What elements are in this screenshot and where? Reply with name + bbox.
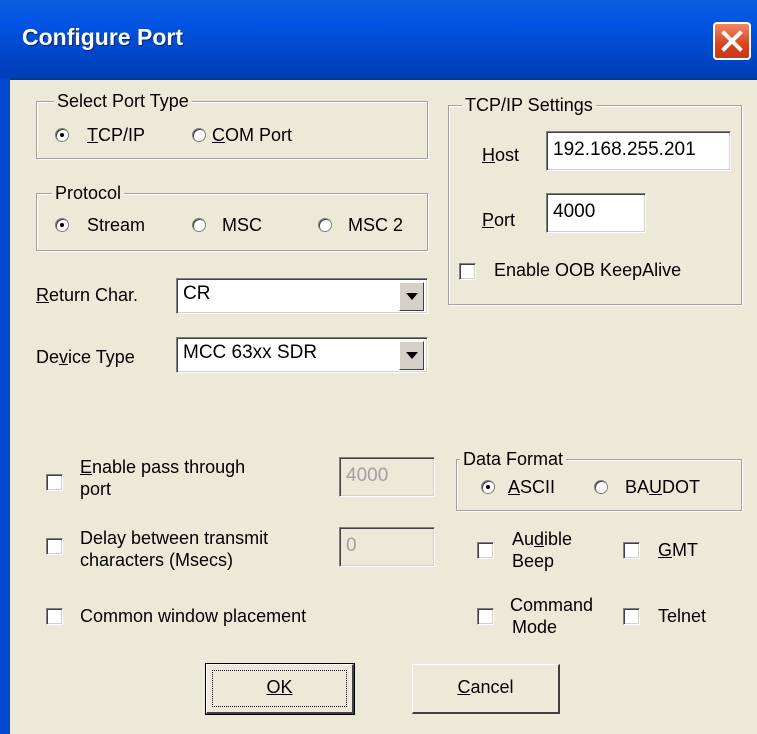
pass-through-port-input: 4000 bbox=[339, 457, 435, 497]
return-char-label: Return Char. bbox=[36, 285, 139, 305]
focus-rectangle bbox=[212, 670, 347, 707]
radio-selected-dot bbox=[486, 485, 490, 489]
chevron-down-icon bbox=[406, 293, 418, 300]
return-char-select[interactable]: CR bbox=[176, 278, 428, 314]
oob-keepalive-label[interactable]: Enable OOB KeepAlive bbox=[494, 258, 681, 282]
pass-through-checkbox[interactable] bbox=[46, 474, 63, 491]
delay-label-line1: Delay between transmit bbox=[80, 528, 269, 548]
radio-msc2[interactable] bbox=[318, 218, 332, 232]
audible-beep-label-line2: Beep bbox=[512, 551, 555, 571]
window-title: Configure Port bbox=[22, 24, 183, 50]
protocol-legend: Protocol bbox=[52, 181, 125, 205]
radio-tcpip-label[interactable]: TCP/IP bbox=[87, 123, 145, 147]
delay-label-line2: characters (Msecs) bbox=[80, 550, 234, 570]
audible-beep-checkbox[interactable] bbox=[477, 542, 494, 559]
close-icon bbox=[721, 30, 743, 52]
radio-tcpip[interactable] bbox=[55, 128, 69, 142]
radio-selected-dot bbox=[60, 223, 64, 227]
ok-button[interactable]: OK bbox=[205, 663, 355, 715]
gmt-checkbox[interactable] bbox=[623, 542, 640, 559]
radio-msc[interactable] bbox=[192, 218, 206, 232]
delay-label[interactable]: Delay between transmit characters (Msecs… bbox=[80, 527, 268, 571]
device-type-value: MCC 63xx SDR bbox=[183, 342, 318, 363]
telnet-label[interactable]: Telnet bbox=[658, 604, 706, 628]
pass-through-label-line2: port bbox=[80, 479, 112, 499]
command-mode-label-line2: Mode bbox=[512, 617, 558, 637]
telnet-checkbox[interactable] bbox=[623, 608, 640, 625]
device-type-label: Device Type bbox=[36, 347, 135, 367]
cancel-button[interactable]: Cancel bbox=[412, 664, 560, 714]
radio-selected-dot bbox=[60, 133, 64, 137]
host-label: Host bbox=[482, 145, 520, 165]
radio-stream[interactable] bbox=[55, 218, 69, 232]
delay-checkbox[interactable] bbox=[46, 538, 63, 555]
radio-com-port-label[interactable]: COM Port bbox=[212, 123, 292, 147]
window-border-left bbox=[0, 78, 10, 734]
radio-stream-label[interactable]: Stream bbox=[87, 213, 145, 237]
delay-input: 0 bbox=[339, 527, 435, 567]
port-type-legend: Select Port Type bbox=[54, 89, 192, 113]
command-mode-checkbox[interactable] bbox=[477, 608, 494, 625]
radio-ascii[interactable] bbox=[481, 480, 495, 494]
chevron-down-icon bbox=[406, 352, 418, 359]
radio-msc-label[interactable]: MSC bbox=[222, 213, 262, 237]
port-input[interactable]: 4000 bbox=[546, 193, 646, 233]
audible-beep-label[interactable]: Audible Beep bbox=[512, 528, 572, 572]
port-label: Port bbox=[482, 210, 516, 230]
command-mode-label-line1: Command bbox=[510, 595, 594, 615]
device-type-dropdown-button[interactable] bbox=[399, 341, 424, 370]
common-window-label[interactable]: Common window placement bbox=[80, 604, 306, 628]
radio-com-port[interactable] bbox=[192, 128, 206, 142]
return-char-dropdown-button[interactable] bbox=[399, 282, 424, 311]
command-mode-label[interactable]: Command Mode bbox=[510, 594, 593, 638]
cancel-button-label: Cancel bbox=[457, 677, 514, 697]
device-type-select[interactable]: MCC 63xx SDR bbox=[176, 337, 428, 373]
gmt-label[interactable]: GMT bbox=[658, 538, 698, 562]
radio-msc2-label[interactable]: MSC 2 bbox=[348, 213, 403, 237]
radio-baudot[interactable] bbox=[594, 480, 608, 494]
radio-ascii-label[interactable]: ASCII bbox=[508, 475, 555, 499]
oob-keepalive-checkbox[interactable] bbox=[459, 263, 476, 280]
host-input[interactable]: 192.168.255.201 bbox=[546, 131, 731, 171]
return-char-value: CR bbox=[183, 283, 211, 304]
data-format-legend: Data Format bbox=[460, 447, 567, 471]
tcpip-settings-legend: TCP/IP Settings bbox=[462, 93, 596, 117]
radio-baudot-label[interactable]: BAUDOT bbox=[625, 475, 700, 499]
close-button[interactable] bbox=[713, 22, 751, 60]
pass-through-label[interactable]: Enable pass through port bbox=[80, 456, 245, 500]
common-window-checkbox[interactable] bbox=[46, 608, 63, 625]
